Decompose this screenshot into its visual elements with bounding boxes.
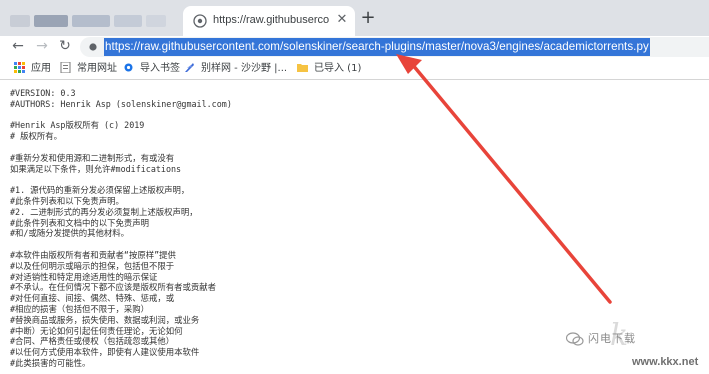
address-bar[interactable]: https://raw.githubusercontent.com/solens… [80, 37, 709, 57]
bookmark-bieyang[interactable]: 别样网 - 沙沙野 |... [184, 61, 287, 77]
code-line: #对适销性和特定用途适用性的暗示保证 [10, 271, 158, 282]
back-arrow-icon[interactable]: ← [10, 38, 26, 54]
bookmark-label: 别样网 - 沙沙野 |... [201, 63, 288, 74]
code-line: #2. 二进制形式的再分发必须复制上述版权声明， [10, 206, 198, 217]
code-line: #此类损害的可能性。 [10, 357, 91, 368]
toolbar: ← → ↻ https://raw.githubusercontent.com/… [0, 36, 709, 58]
bookmark-label: 应用 [31, 63, 51, 74]
code-line: #以及任何明示或暗示的担保，包括但不限于 [10, 260, 175, 271]
forward-arrow-icon[interactable]: → [34, 38, 50, 54]
blurred-title-part [146, 15, 166, 27]
code-line: #替换商品或服务，损失使用、数据或利润，或业务 [10, 314, 200, 325]
tab-blurred[interactable] [6, 6, 178, 36]
tab-strip: https://raw.githubuserconten ✕ + [0, 0, 709, 36]
bookmark-imported-folder[interactable]: 已导入 (1) [297, 61, 361, 77]
globe-icon [193, 14, 207, 28]
bookmark-label: 已导入 (1) [314, 63, 362, 74]
watermark-url: www.kkx.net [632, 356, 699, 368]
code-line: #和/或随分发提供的其他材料。 [10, 228, 129, 239]
reload-icon[interactable]: ↻ [57, 38, 73, 54]
watermark-text: 闪电下载 [588, 332, 636, 345]
url-text[interactable]: https://raw.githubusercontent.com/solens… [104, 38, 650, 56]
close-tab-icon[interactable]: ✕ [335, 12, 349, 28]
bookmark-label: 常用网址 [77, 63, 117, 74]
apps-grid-icon [14, 62, 25, 73]
blurred-title-part [114, 15, 142, 27]
code-line: #AUTHORS: Henrik Asp (solenskiner@gmail.… [10, 98, 232, 109]
code-line: #Henrik Asp版权所有 (c) 2019 [10, 120, 145, 131]
info-icon[interactable] [89, 42, 97, 52]
blurred-title-part [34, 15, 68, 27]
watermark: k 闪电下载 www.kkx.net [566, 318, 706, 374]
bookmark-apps[interactable]: 应用 [14, 61, 51, 77]
code-line: #此条件列表和文档中的以下免责声明 [10, 217, 150, 228]
blurred-favicon [10, 15, 30, 27]
gear-icon [124, 63, 133, 72]
code-line: #不承认。在任何情况下都不应该是版权所有者或贡献者 [10, 282, 217, 293]
code-line: #合同、严格责任或侵权（包括疏忽或其他） [10, 336, 175, 347]
code-line: #以任何方式使用本软件，即使有人建议使用本软件 [10, 347, 200, 358]
code-line: 如果满足以下条件，则允许#modifications [10, 163, 182, 174]
bookmark-page-icon [60, 62, 71, 73]
code-line: #相应的损害（包括但不限于，采购） [10, 303, 150, 314]
code-line: #中断）无论如何引起任何责任理论，无论如何 [10, 325, 183, 336]
bookmark-common-sites[interactable]: 常用网址 [60, 61, 117, 77]
code-line: #VERSION: 0.3 [10, 88, 76, 98]
bookmark-label: 导入书签 [140, 63, 180, 74]
source-code-text: #VERSION: 0.3 #AUTHORS: Henrik Asp (solen… [10, 88, 530, 374]
tab-title: https://raw.githubuserconten [213, 14, 329, 26]
wechat-icon [566, 332, 584, 346]
code-line: #1. 源代码的重新分发必须保留上述版权声明， [10, 185, 190, 196]
feather-icon [185, 63, 194, 72]
code-line: #对任何直接、间接、偶然、特殊、惩戒，或 [10, 293, 175, 304]
folder-icon [297, 64, 308, 72]
code-line: #本软件由版权所有者和贡献者“按原样”提供 [10, 249, 176, 260]
code-line: #此条件列表和以下免责声明。 [10, 195, 124, 206]
bookmark-import[interactable]: 导入书签 [123, 61, 180, 77]
active-tab[interactable]: https://raw.githubuserconten ✕ [183, 6, 355, 36]
code-line: # 版权所有。 [10, 131, 62, 142]
bookmarks-bar: 应用 常用网址 导入书签 别样网 - 沙沙野 |... 已导入 (1) [0, 58, 709, 80]
blurred-title-part [72, 15, 110, 27]
new-tab-icon[interactable]: + [360, 9, 376, 27]
code-line: #重新分发和使用源和二进制形式，有或没有 [10, 152, 175, 163]
